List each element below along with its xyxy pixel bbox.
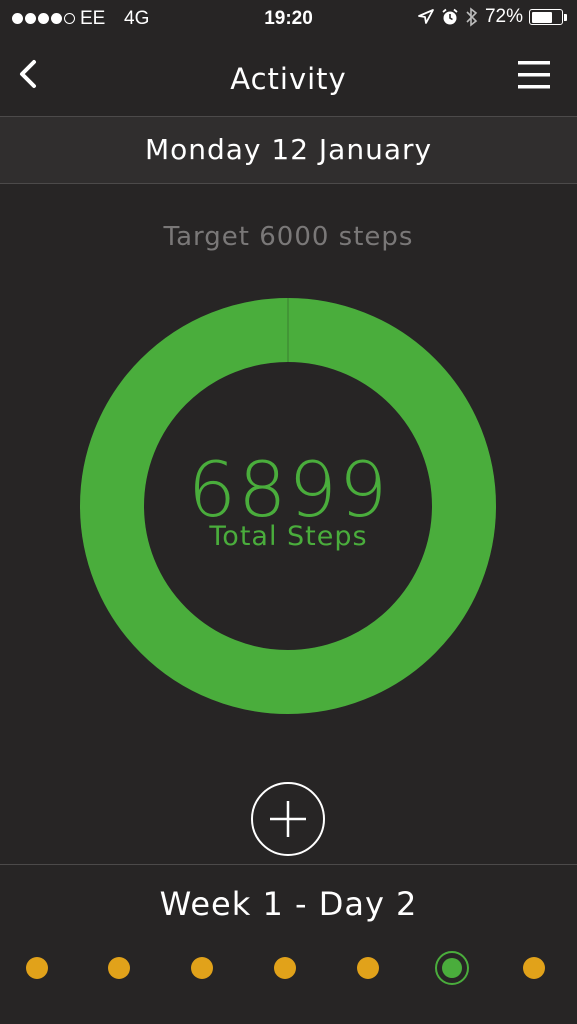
day-indicator[interactable] (108, 957, 130, 979)
day-indicator[interactable] (357, 957, 379, 979)
page-title: Activity (230, 62, 347, 96)
total-steps-label: Total Steps (209, 521, 368, 552)
hamburger-menu-icon (518, 61, 550, 89)
battery-tip (564, 13, 567, 21)
day-indicator[interactable] (523, 957, 545, 979)
menu-button[interactable] (517, 60, 551, 90)
week-day-label: Week 1 - Day 2 (159, 885, 418, 923)
day-indicator[interactable] (191, 957, 213, 979)
day-indicator[interactable] (26, 957, 48, 979)
day-indicator-current[interactable] (435, 951, 469, 985)
plus-circle-icon (251, 782, 325, 856)
target-steps-label: Target 6000 steps (163, 222, 414, 252)
add-activity-button[interactable] (250, 781, 326, 857)
week-bar: Week 1 - Day 2 (0, 864, 577, 1024)
battery-icon (529, 9, 567, 25)
date-bar[interactable]: Monday 12 January (0, 116, 577, 184)
bluetooth-icon (466, 7, 478, 27)
status-bar: EE 4G 19:20 72% (0, 0, 577, 38)
battery-percent: 72% (484, 6, 523, 27)
location-arrow-icon (418, 9, 434, 24)
alarm-clock-icon (442, 8, 458, 25)
day-indicator[interactable] (274, 957, 296, 979)
status-icons: 72% (417, 6, 567, 28)
nav-bar: Activity (0, 40, 577, 116)
date-label: Monday 12 January (144, 133, 433, 166)
battery-body (529, 9, 563, 25)
battery-fill (531, 11, 552, 23)
